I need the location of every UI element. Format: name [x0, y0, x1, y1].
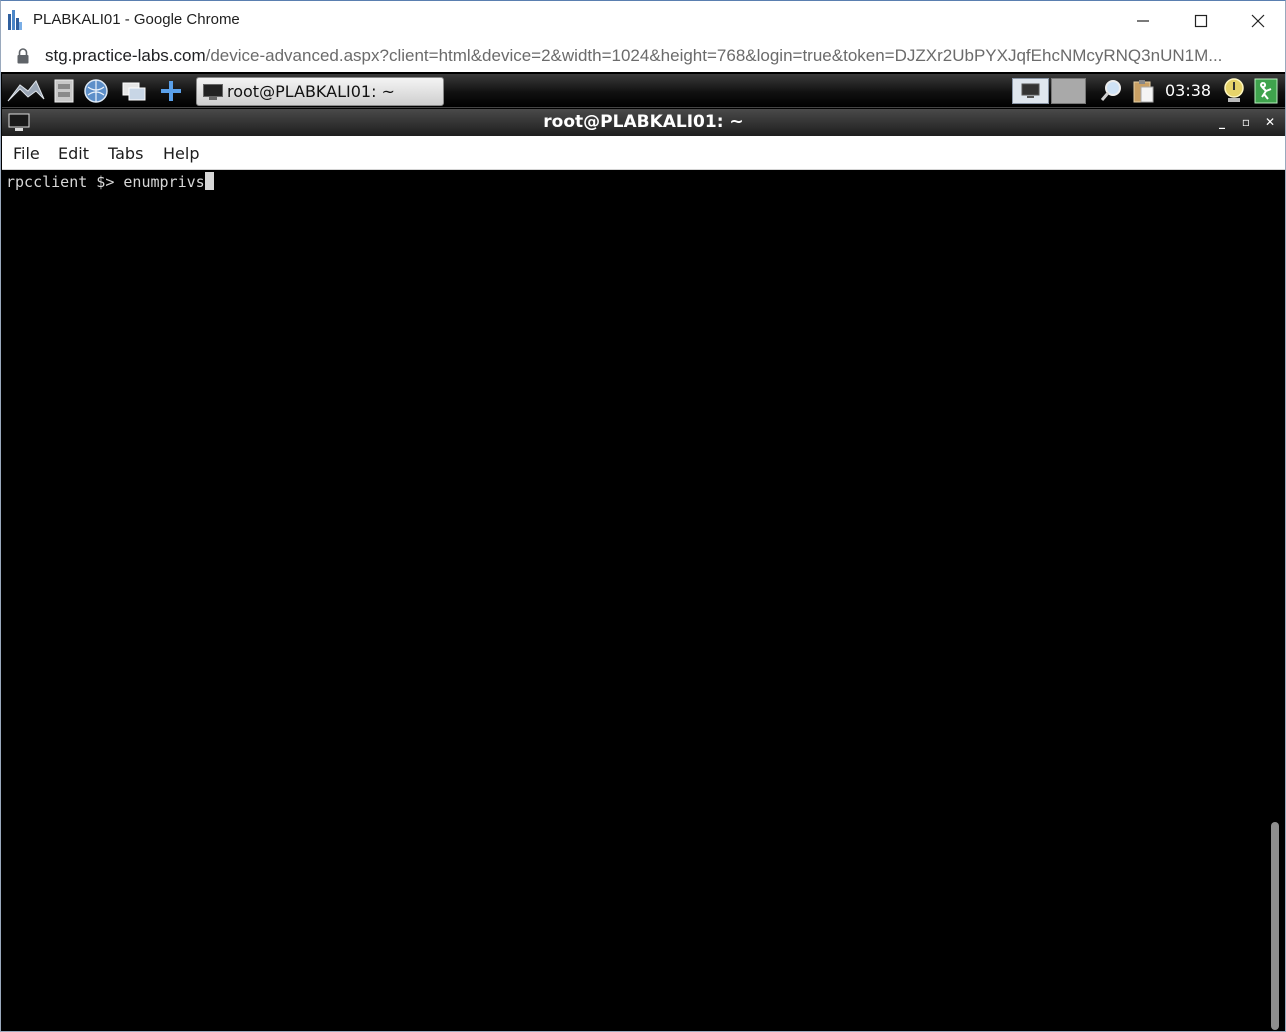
- taskbar-terminal-button[interactable]: root@PLABKALI01: ~: [196, 77, 444, 106]
- plus-icon[interactable]: [157, 77, 185, 105]
- windows-icon[interactable]: [120, 77, 148, 105]
- terminal-menu-bar: File Edit Tabs Help: [2, 136, 1285, 170]
- close-icon: [1251, 14, 1265, 28]
- kali-dragon-icon[interactable]: [6, 77, 46, 105]
- maximize-icon: [1194, 14, 1208, 28]
- window-title: PLABKALI01 - Google Chrome: [33, 11, 240, 28]
- notification-icon[interactable]: [1220, 77, 1248, 105]
- clipboard-icon[interactable]: [1129, 77, 1157, 105]
- exit-icon[interactable]: [1252, 77, 1280, 105]
- lock-icon[interactable]: [16, 48, 30, 64]
- workspace-switcher-1[interactable]: [1012, 78, 1049, 104]
- terminal-prompt: rpcclient $>: [6, 173, 124, 191]
- terminal-window-title: root@PLABKALI01: ~: [543, 112, 744, 132]
- terminal-command: enumprivs: [123, 173, 205, 191]
- terminal-command-line: rpcclient $> enumprivs: [6, 172, 214, 192]
- menu-edit[interactable]: Edit: [58, 144, 89, 163]
- terminal-maximize-button[interactable]: ▫: [1238, 114, 1254, 130]
- minimize-icon: [1137, 20, 1149, 22]
- remote-desktop-viewport[interactable]: root@PLABKALI01: ~ 03:38 root@PLABKALI01…: [0, 72, 1286, 1032]
- globe-icon[interactable]: [82, 77, 110, 105]
- text-cursor: [204, 172, 214, 190]
- url-path: /device-advanced.aspx?client=html&device…: [205, 46, 1223, 65]
- workspace-switcher-2[interactable]: [1051, 78, 1086, 104]
- terminal-close-button[interactable]: ✕: [1262, 114, 1278, 130]
- monitor-icon: [1021, 83, 1040, 98]
- menu-file[interactable]: File: [13, 144, 40, 163]
- kali-top-panel: root@PLABKALI01: ~ 03:38: [2, 74, 1285, 108]
- url-host: stg.practice-labs.com: [45, 46, 206, 65]
- panel-clock[interactable]: 03:38: [1165, 81, 1211, 100]
- taskbar-button-label: root@PLABKALI01: ~: [227, 82, 395, 101]
- menu-help[interactable]: Help: [163, 144, 199, 163]
- browser-title-bar: PLABKALI01 - Google Chrome: [0, 0, 1286, 40]
- address-bar[interactable]: stg.practice-labs.com/device-advanced.as…: [0, 40, 1286, 72]
- magnifier-icon[interactable]: [1098, 77, 1126, 105]
- menu-tabs[interactable]: Tabs: [108, 144, 143, 163]
- terminal-output-area[interactable]: rpcclient $> enumprivs: [2, 170, 1269, 1031]
- terminal-minimize-button[interactable]: _: [1214, 114, 1230, 130]
- file-cabinet-icon[interactable]: [50, 77, 78, 105]
- url-text[interactable]: stg.practice-labs.com/device-advanced.as…: [45, 46, 1270, 66]
- close-button[interactable]: [1236, 5, 1280, 37]
- practice-labs-logo-icon: [8, 10, 22, 30]
- maximize-button[interactable]: [1179, 5, 1223, 37]
- terminal-icon: [203, 84, 223, 100]
- terminal-title-bar[interactable]: root@PLABKALI01: ~ _ ▫ ✕: [2, 109, 1285, 136]
- minimize-button[interactable]: [1121, 5, 1165, 37]
- terminal-scrollbar-thumb[interactable]: [1271, 822, 1279, 1030]
